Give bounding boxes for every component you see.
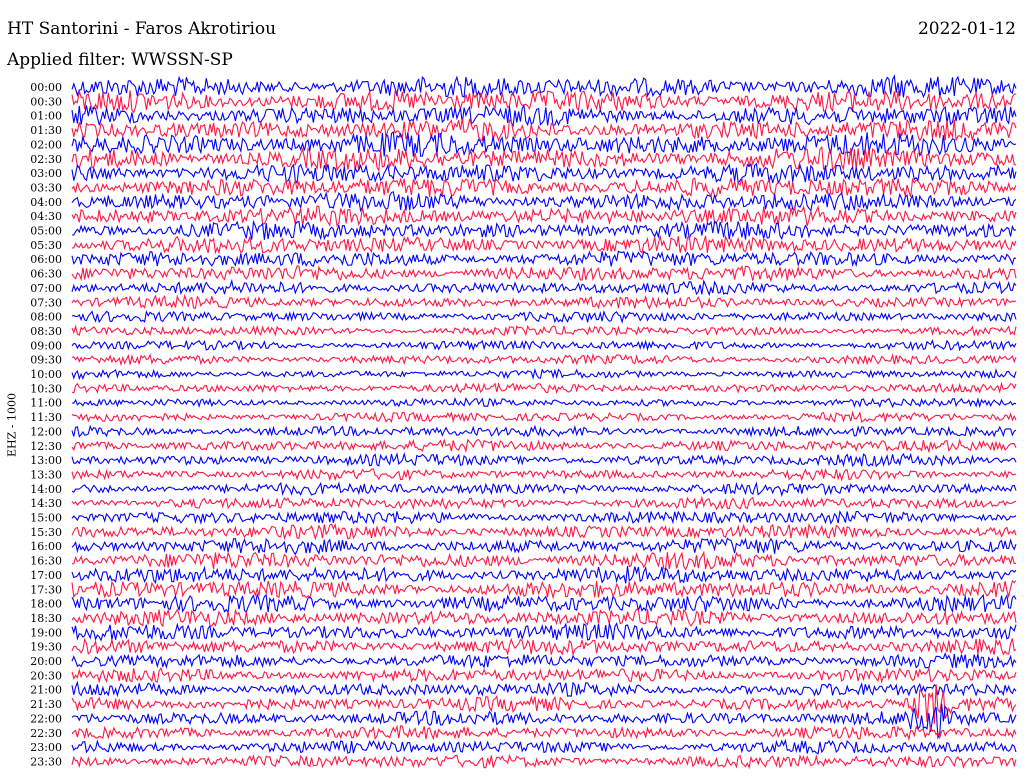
time-label-group: 00:0000:30 01:0001:3002:00 02:3003:0003:30… — [30, 81, 62, 768]
trace-0700 — [71, 278, 1017, 297]
trace-0600 — [71, 250, 1017, 268]
time-label-1200: 12:00 — [30, 425, 62, 438]
time-label-1630: 16:30 — [30, 555, 62, 568]
trace-1600 — [71, 537, 1017, 556]
time-label-0400: 04:00 — [30, 196, 62, 209]
trace-0130 — [71, 118, 1017, 143]
trace-0830 — [71, 324, 1017, 337]
time-label-2000: 20:00 — [30, 655, 62, 668]
time-label-2230: 22:30 — [30, 727, 62, 740]
time-label-0430: 04:30 — [30, 210, 62, 223]
time-label-0530: 05:30 — [30, 239, 62, 252]
trace-2100 — [71, 680, 1017, 698]
time-label-0300: 03:00 — [30, 167, 62, 180]
trace-0930 — [71, 353, 1017, 367]
time-label-1300: 13:00 — [30, 454, 62, 467]
trace-1200 — [71, 424, 1017, 438]
trace-1030 — [71, 381, 1017, 395]
time-label-1800: 18:00 — [30, 598, 62, 611]
trace-0800 — [71, 309, 1017, 324]
time-label-1900: 19:00 — [30, 626, 62, 639]
time-label-0630: 06:30 — [30, 268, 62, 281]
time-label-1500: 15:00 — [30, 512, 62, 525]
trace-1930 — [71, 637, 1017, 657]
trace-0500 — [71, 219, 1017, 241]
trace-0230 — [71, 145, 1017, 172]
trace-1900 — [71, 622, 1017, 642]
trace-0900 — [71, 338, 1017, 352]
time-label-0600: 06:00 — [30, 253, 62, 266]
trace-1630 — [71, 550, 1017, 571]
time-label-1030: 10:30 — [30, 382, 62, 395]
time-label-1100: 11:00 — [30, 397, 62, 410]
trace-1730 — [71, 579, 1017, 600]
time-label-2200: 22:00 — [30, 712, 62, 725]
time-label-0130: 01:30 — [30, 124, 62, 137]
time-label-0030: 00:30 — [30, 95, 62, 108]
trace-1400 — [71, 481, 1017, 497]
trace-1300 — [71, 451, 1017, 468]
trace-2030 — [71, 666, 1017, 684]
time-label-0100: 01:00 — [30, 110, 62, 123]
trace-0000 — [71, 74, 1017, 99]
time-label-0800: 08:00 — [30, 311, 62, 324]
trace-2230 — [71, 724, 1017, 742]
trace-1500 — [71, 510, 1017, 525]
time-label-1930: 19:30 — [30, 641, 62, 654]
time-label-1330: 13:30 — [30, 468, 62, 481]
trace-1130 — [71, 410, 1017, 423]
trace-0400 — [71, 191, 1017, 213]
trace-1830 — [71, 608, 1017, 628]
time-label-1130: 11:30 — [30, 411, 62, 424]
trace-1330 — [71, 468, 1017, 482]
trace-group — [71, 74, 1017, 770]
time-label-1730: 17:30 — [30, 583, 62, 596]
time-label-0700: 07:00 — [30, 282, 62, 295]
trace-0330 — [71, 177, 1017, 198]
trace-1530 — [71, 522, 1017, 541]
time-label-1600: 16:00 — [30, 540, 62, 553]
time-label-0730: 07:30 — [30, 296, 62, 309]
helicorder-plot: 00:0000:30 01:0001:3002:00 02:3003:0003:30… — [30, 74, 1017, 770]
trace-1230 — [71, 438, 1017, 454]
time-label-1000: 10:00 — [30, 368, 62, 381]
time-label-0830: 08:30 — [30, 325, 62, 338]
time-label-2300: 23:00 — [30, 741, 62, 754]
time-label-2330: 23:30 — [30, 755, 62, 768]
trace-2300 — [71, 738, 1017, 755]
time-label-0230: 02:30 — [30, 153, 62, 166]
time-label-0500: 05:00 — [30, 225, 62, 238]
time-label-0930: 09:30 — [30, 354, 62, 367]
trace-0300 — [71, 162, 1017, 185]
trace-0030 — [71, 89, 1017, 114]
time-label-1530: 15:30 — [30, 526, 62, 539]
trace-0730 — [71, 293, 1017, 310]
trace-2000 — [71, 651, 1017, 670]
time-label-1430: 14:30 — [30, 497, 62, 510]
time-label-0200: 02:00 — [30, 138, 62, 151]
trace-0530 — [71, 234, 1017, 255]
time-label-2130: 21:30 — [30, 698, 62, 711]
time-label-0900: 09:00 — [30, 339, 62, 352]
time-label-1230: 12:30 — [30, 440, 62, 453]
trace-1430 — [71, 495, 1017, 511]
trace-1100 — [71, 397, 1017, 409]
time-label-1400: 14:00 — [30, 483, 62, 496]
time-label-0330: 03:30 — [30, 181, 62, 194]
time-label-2030: 20:30 — [30, 669, 62, 682]
time-label-2100: 21:00 — [30, 684, 62, 697]
time-label-0000: 00:00 — [30, 81, 62, 94]
time-label-1700: 17:00 — [30, 569, 62, 582]
trace-1000 — [71, 367, 1017, 381]
trace-2330 — [71, 753, 1017, 770]
trace-0630 — [71, 265, 1017, 283]
time-label-1830: 18:30 — [30, 612, 62, 625]
trace-1800 — [71, 592, 1017, 615]
